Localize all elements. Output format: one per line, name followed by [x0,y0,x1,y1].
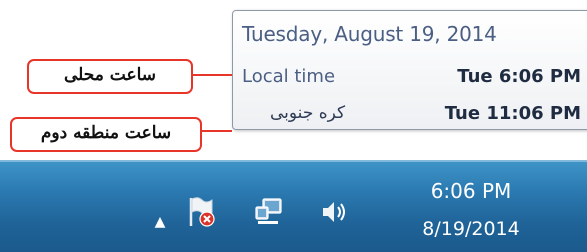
tooltip-local-label: Local time [242,66,336,87]
callout-connector-second-zone [198,130,232,132]
tooltip-row-second-zone: کره جنوبی Tue 11:06 PM [242,103,587,133]
taskbar-clock-time: 6:06 PM [430,179,512,203]
tooltip-local-time: Tue 6:06 PM [457,66,581,87]
taskbar-clock[interactable]: 6:06 PM 8/19/2014 [405,176,537,246]
tooltip-second-zone-time: Tue 11:06 PM [444,103,581,124]
taskbar-clock-date: 8/19/2014 [422,218,520,240]
action-center-flag-icon[interactable] [186,195,216,229]
callout-connector-local [189,74,232,76]
callout-local-time: ساعت محلی [27,59,193,94]
volume-icon[interactable] [318,195,352,229]
tooltip-date: Tuesday, August 19, 2014 [242,22,497,46]
clock-tooltip: Tuesday, August 19, 2014 Local time Tue … [232,10,587,130]
callout-second-zone: ساعت منطقه دوم [10,117,202,152]
show-hidden-icons-chevron-icon[interactable]: ▲ [152,209,168,235]
network-icon[interactable] [252,195,286,229]
tooltip-second-zone-label: کره جنوبی [270,103,346,123]
tooltip-row-local: Local time Tue 6:06 PM [242,66,587,96]
